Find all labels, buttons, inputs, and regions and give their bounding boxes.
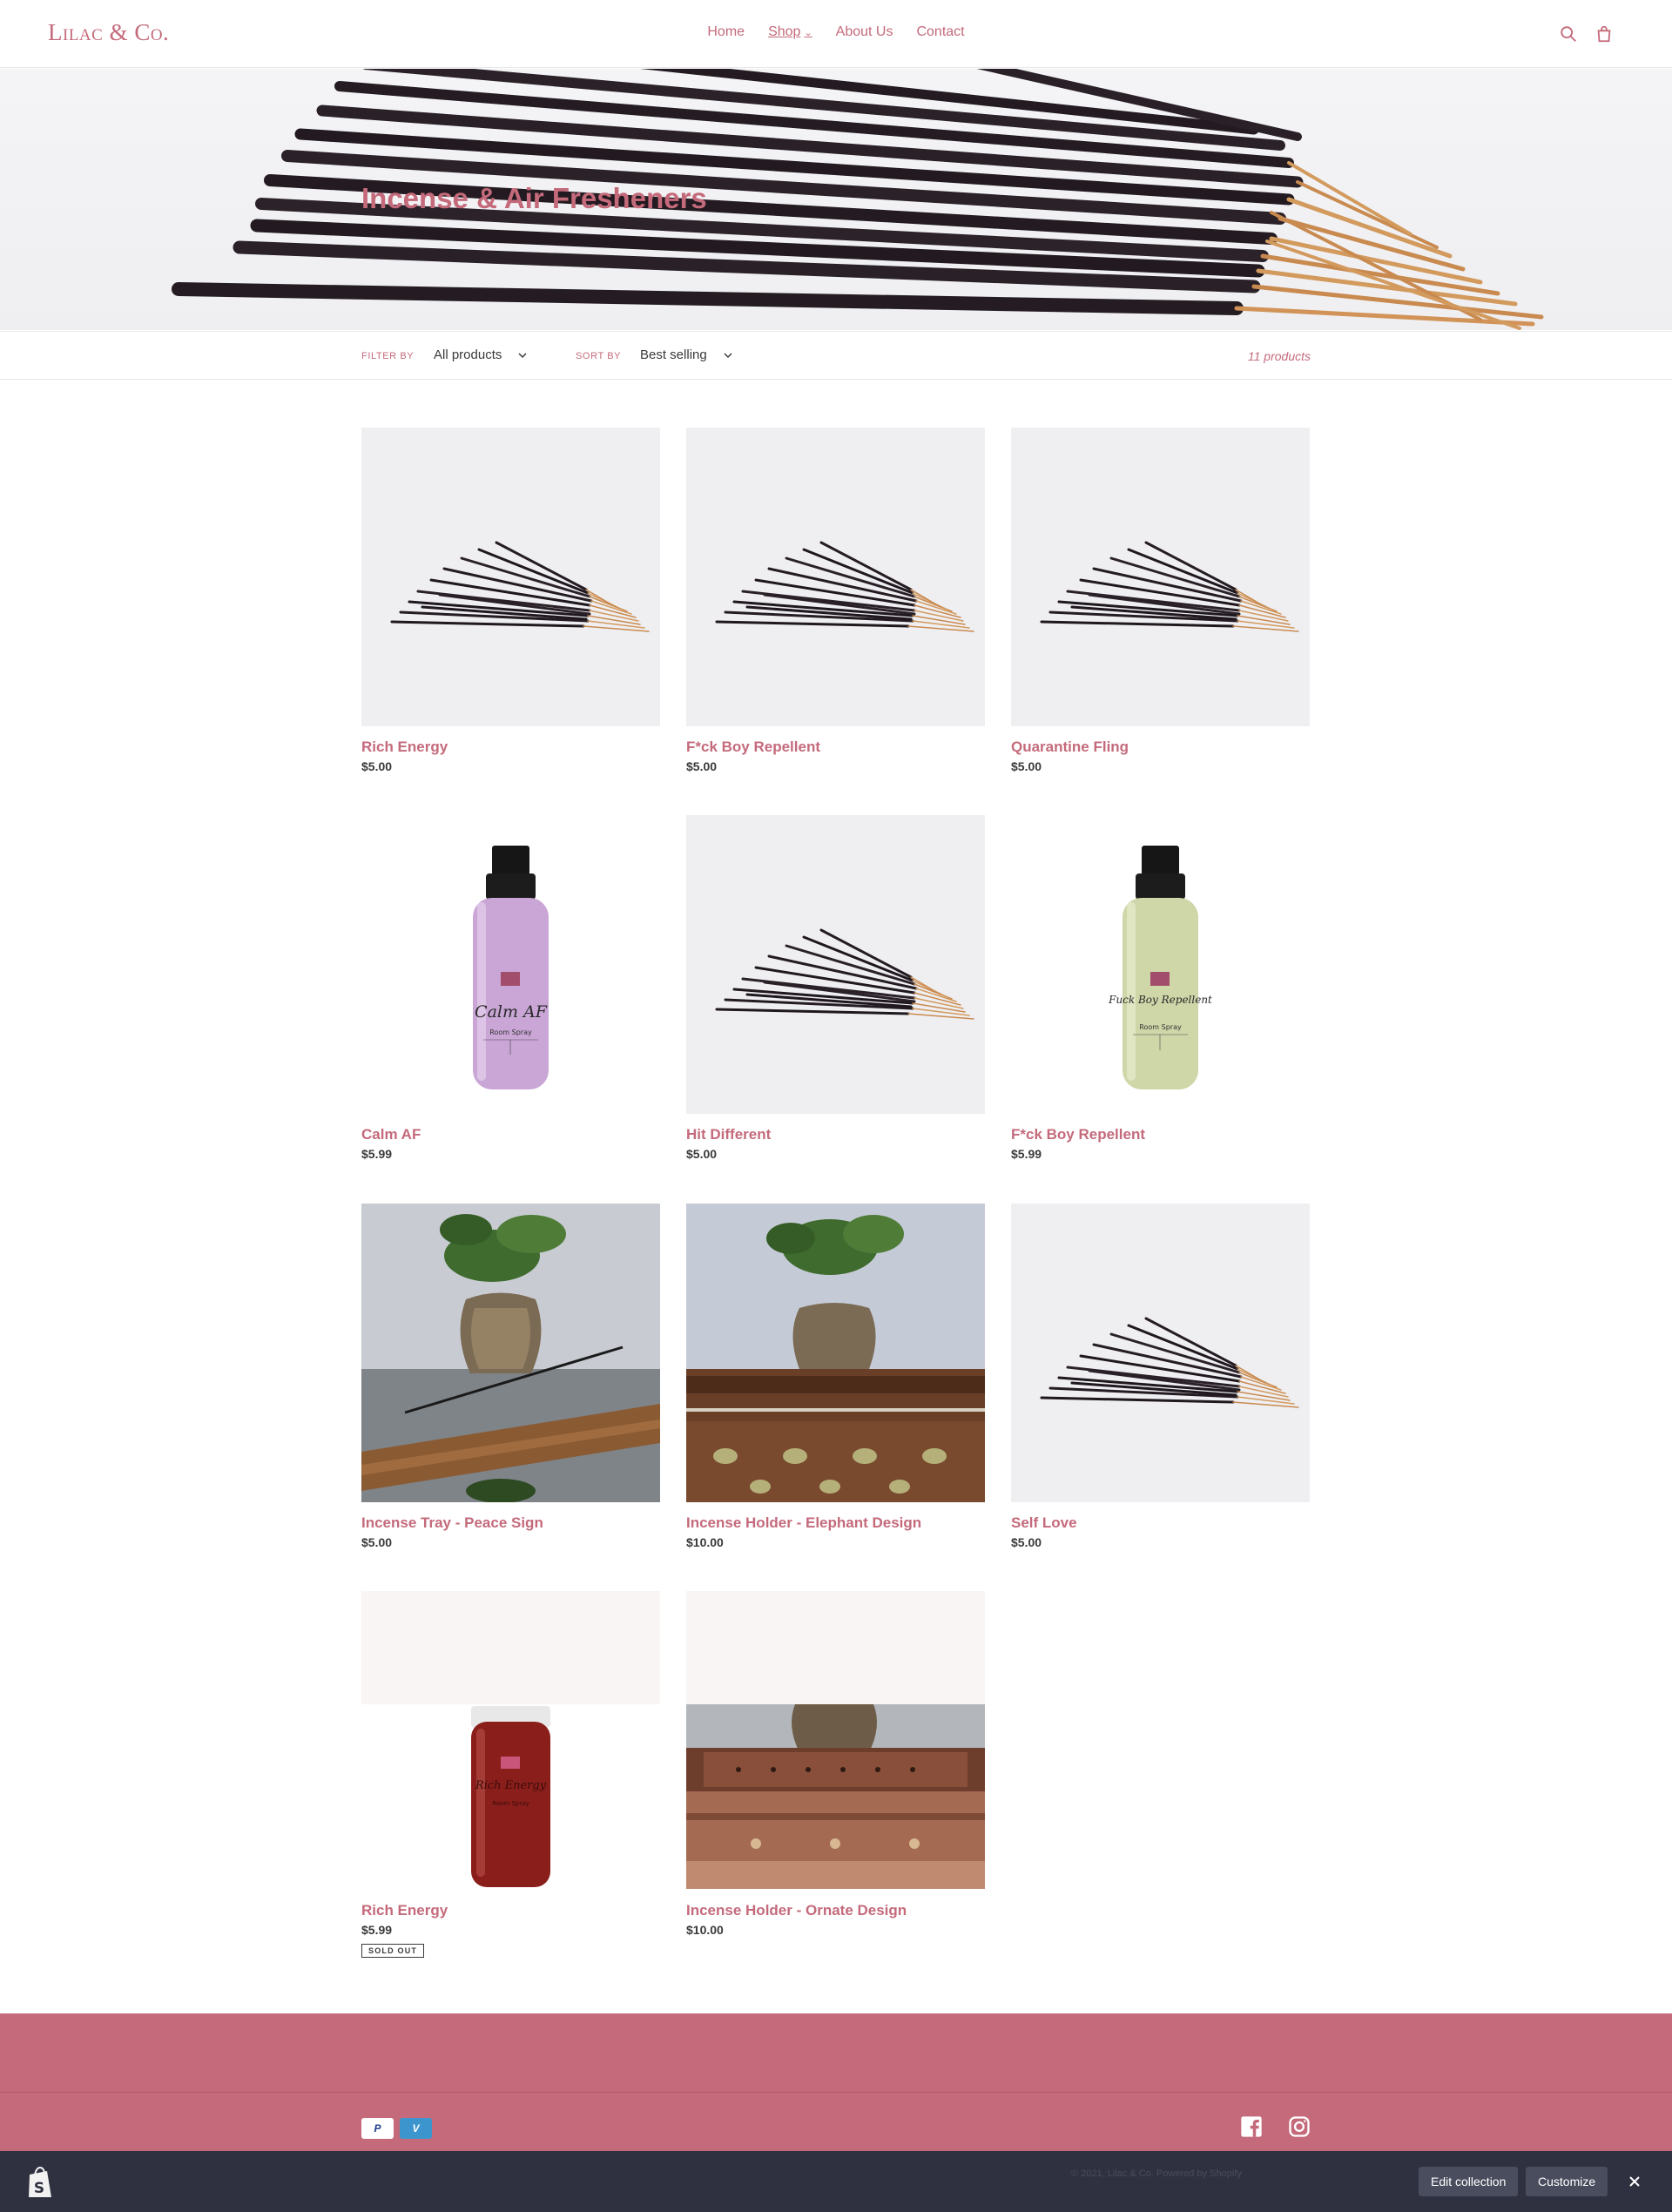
hero-incense-image — [172, 69, 1544, 330]
product-title[interactable]: Calm AF — [361, 1126, 660, 1143]
bottle-label-text: Fuck Boy Repellent — [1108, 994, 1212, 1006]
edit-collection-button[interactable]: Edit collection — [1419, 2167, 1519, 2196]
sort-select-value: Best selling — [640, 347, 707, 362]
product-card[interactable]: Calm AF Room Spray Calm AF $5.99 — [361, 815, 660, 1161]
sold-out-badge: Sold out — [361, 1944, 425, 1958]
bottle-label-sub: Room Spray — [492, 1800, 529, 1807]
main-nav: Home Shop ⌄ About Us Contact — [0, 24, 1672, 40]
nav-shop-label: Shop — [768, 24, 801, 39]
bottle-label-sub: Room Spray — [1139, 1023, 1182, 1031]
cart-icon[interactable] — [1594, 24, 1614, 44]
shopify-admin-bar: S © 2021, Lilac & Co. Powered by Shopify… — [0, 2151, 1672, 2212]
product-image — [686, 1204, 985, 1502]
filter-select-value: All products — [434, 347, 502, 362]
product-title[interactable]: F*ck Boy Repellent — [1011, 1126, 1310, 1143]
product-price: $10.00 — [686, 1535, 724, 1549]
product-price: $10.00 — [686, 1923, 724, 1937]
collection-title: Incense & Air Fresheners — [361, 182, 707, 214]
bottle-label-sub: Room Spray — [489, 1028, 532, 1036]
product-price: $5.00 — [686, 1147, 718, 1161]
product-price: $5.99 — [361, 1147, 393, 1161]
product-image — [686, 1591, 985, 1890]
sort-by-label: Sort by — [576, 351, 622, 361]
product-image — [361, 1204, 660, 1502]
product-title[interactable]: Incense Tray - Peace Sign — [361, 1514, 660, 1532]
venmo-icon: V — [400, 2118, 432, 2139]
page: Lilac & Co. Home Shop⌄ About Us Contact — [0, 0, 1672, 2212]
sold-out-badge-label: Sold out — [368, 1946, 418, 1955]
chevron-down-icon: ⌄ — [804, 28, 812, 38]
instagram-icon[interactable] — [1287, 2114, 1311, 2139]
product-count: 11 products — [1247, 349, 1311, 363]
product-price: $5.00 — [1011, 1535, 1042, 1549]
product-card[interactable]: Rich Energy $5.00 — [361, 428, 660, 773]
bottle-label-text: Calm AF — [475, 1002, 548, 1022]
nav-home[interactable]: Home — [707, 24, 745, 40]
nav-contact[interactable]: Contact — [916, 24, 964, 40]
collection-hero: Incense & Air Fresheners — [0, 69, 1672, 330]
product-image — [361, 428, 660, 726]
product-title[interactable]: Incense Holder - Elephant Design — [686, 1514, 985, 1532]
chevron-down-icon — [724, 352, 732, 358]
footer-copyright: © 2021, Lilac & Co. Powered by Shopify — [1071, 2168, 1242, 2179]
product-price: $5.00 — [361, 1535, 393, 1549]
product-price: $5.99 — [361, 1923, 393, 1937]
close-icon[interactable] — [1625, 2172, 1644, 2191]
product-title[interactable]: F*ck Boy Repellent — [686, 738, 985, 756]
product-title[interactable]: Rich Energy — [361, 738, 660, 756]
product-card[interactable]: Hit Different $5.00 — [686, 815, 985, 1161]
product-image: Fuck Boy Repellent Room Spray — [1011, 815, 1310, 1114]
paypal-icon: P — [361, 2118, 394, 2139]
facebook-icon[interactable] — [1239, 2114, 1264, 2139]
product-image — [686, 815, 985, 1114]
nav-shop[interactable]: Shop ⌄ — [768, 24, 812, 40]
product-title[interactable]: Hit Different — [686, 1126, 985, 1143]
sort-select[interactable]: Best selling — [640, 347, 733, 362]
product-price: $5.00 — [361, 759, 393, 773]
chevron-down-icon — [518, 352, 527, 358]
product-image: Calm AF Room Spray — [361, 815, 660, 1114]
product-title[interactable]: Incense Holder - Ornate Design — [686, 1902, 985, 1919]
product-title[interactable]: Rich Energy — [361, 1902, 660, 1919]
shopify-logo-icon[interactable]: S — [24, 2166, 56, 2201]
filter-bar: Filter by All products Sort by Best sell… — [0, 331, 1672, 380]
customize-button[interactable]: Customize — [1526, 2167, 1608, 2196]
product-price: $5.00 — [1011, 759, 1042, 773]
filter-select[interactable]: All products — [434, 347, 528, 362]
product-card[interactable]: Fuck Boy Repellent Room Spray F*ck Boy R… — [1011, 815, 1310, 1161]
product-card[interactable]: Incense Holder - Ornate Design $10.00 — [686, 1591, 985, 1937]
product-price: $5.00 — [686, 759, 718, 773]
footer-divider — [0, 2092, 1672, 2093]
site-header: Lilac & Co. Home Shop ⌄ About Us Contact — [0, 0, 1672, 68]
product-price: $5.99 — [1011, 1147, 1042, 1161]
svg-text:S: S — [34, 2180, 44, 2197]
product-title[interactable]: Self Love — [1011, 1514, 1310, 1532]
product-title[interactable]: Quarantine Fling — [1011, 738, 1310, 756]
product-image — [686, 428, 985, 726]
product-card[interactable]: F*ck Boy Repellent $5.00 — [686, 428, 985, 773]
product-image: Rich Energy Room Spray — [361, 1591, 660, 1890]
product-card[interactable]: Quarantine Fling $5.00 — [1011, 428, 1310, 773]
search-icon[interactable] — [1559, 24, 1578, 44]
bottle-label-text: Rich Energy — [475, 1779, 547, 1792]
product-card[interactable]: Incense Tray - Peace Sign $5.00 — [361, 1204, 660, 1549]
site-footer: P V — [0, 2013, 1672, 2153]
product-card[interactable]: Rich Energy Room Spray Rich Energy $5.99… — [361, 1591, 660, 1958]
nav-about-us[interactable]: About Us — [836, 24, 893, 40]
filter-by-label: Filter by — [361, 351, 415, 361]
product-image — [1011, 1204, 1310, 1502]
product-image — [1011, 428, 1310, 726]
product-card[interactable]: Incense Holder - Elephant Design $10.00 — [686, 1204, 985, 1549]
product-card[interactable]: Self Love $5.00 — [1011, 1204, 1310, 1549]
